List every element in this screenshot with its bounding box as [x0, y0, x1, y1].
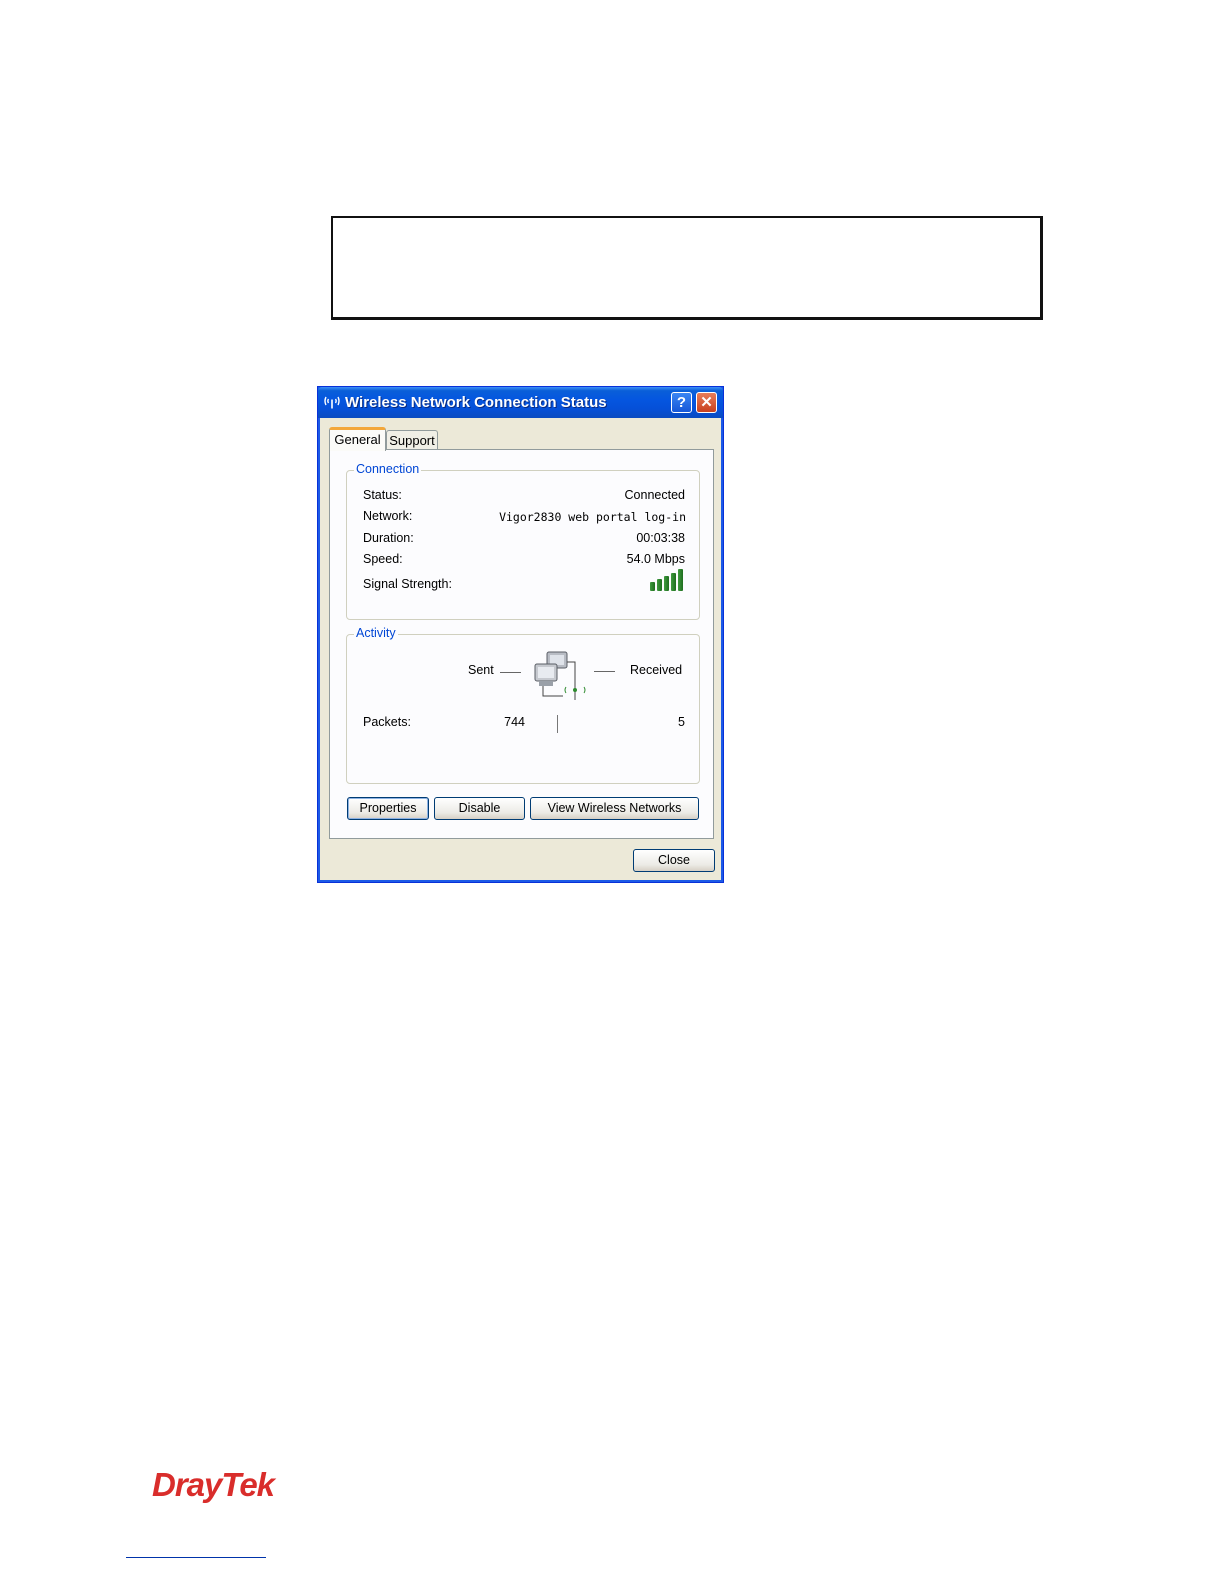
packets-received-value: 5: [678, 715, 685, 729]
packets-sent-value: 744: [504, 715, 525, 729]
close-button[interactable]: Close: [633, 849, 715, 872]
speed-value: 54.0 Mbps: [626, 552, 685, 566]
sent-label: Sent: [468, 663, 494, 677]
signal-bar: [650, 582, 655, 591]
status-label: Status:: [363, 488, 402, 502]
duration-label: Duration:: [363, 531, 414, 545]
general-tab-panel: Connection Status: Connected Network: Vi…: [329, 449, 714, 839]
activity-group: Activity Sent Received Packets: 744 5: [346, 626, 700, 784]
close-icon[interactable]: ✕: [696, 392, 717, 413]
network-value: Vigor2830 web portal log-in: [499, 510, 686, 524]
signal-bar: [678, 569, 683, 591]
network-computers-icon: [534, 651, 586, 700]
footer-rule: [126, 1557, 266, 1558]
received-line: [594, 671, 615, 672]
sent-line: [500, 672, 521, 673]
speed-label: Speed:: [363, 552, 403, 566]
network-label: Network:: [363, 509, 413, 523]
connection-group-label: Connection: [354, 462, 422, 476]
properties-button[interactable]: Properties: [347, 797, 429, 820]
draytek-logo: DrayTek: [152, 1466, 275, 1503]
view-wireless-networks-button[interactable]: View Wireless Networks: [530, 797, 699, 820]
status-value: Connected: [624, 488, 685, 502]
signal-bar: [671, 573, 676, 591]
tab-general[interactable]: General: [329, 427, 386, 451]
wireless-network-icon: [324, 396, 340, 409]
duration-value: 00:03:38: [636, 531, 685, 545]
signal-bar: [657, 579, 662, 591]
dialog-title: Wireless Network Connection Status: [345, 394, 607, 411]
disable-button[interactable]: Disable: [434, 797, 525, 820]
tab-support[interactable]: Support: [386, 430, 438, 450]
packets-divider: [557, 715, 558, 733]
note-box: [331, 216, 1043, 320]
received-label: Received: [630, 663, 683, 677]
title-bar[interactable]: Wireless Network Connection Status ? ✕: [318, 387, 723, 418]
connection-group: Connection Status: Connected Network: Vi…: [346, 462, 700, 620]
help-button[interactable]: ?: [671, 392, 692, 413]
packets-label: Packets:: [363, 715, 411, 729]
signal-strength-icon: [650, 569, 684, 591]
signal-strength-label: Signal Strength:: [363, 577, 452, 591]
activity-group-label: Activity: [354, 626, 398, 640]
wireless-status-dialog: Wireless Network Connection Status ? ✕ G…: [317, 386, 724, 883]
signal-bar: [664, 576, 669, 591]
